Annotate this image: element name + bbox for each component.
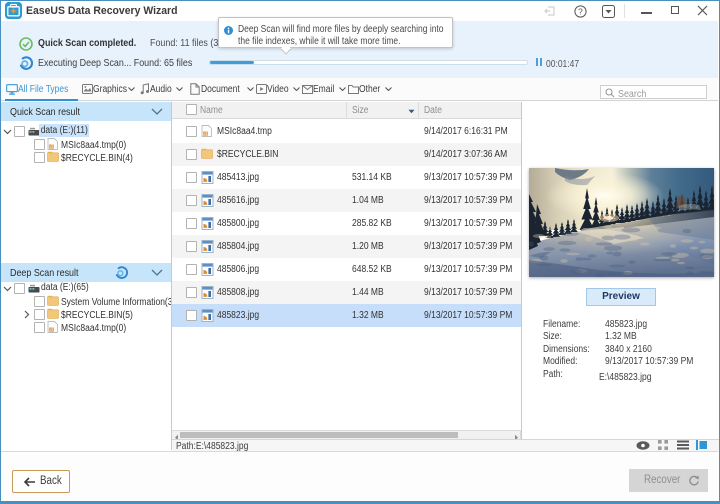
svg-text:?: ? [578,6,583,16]
